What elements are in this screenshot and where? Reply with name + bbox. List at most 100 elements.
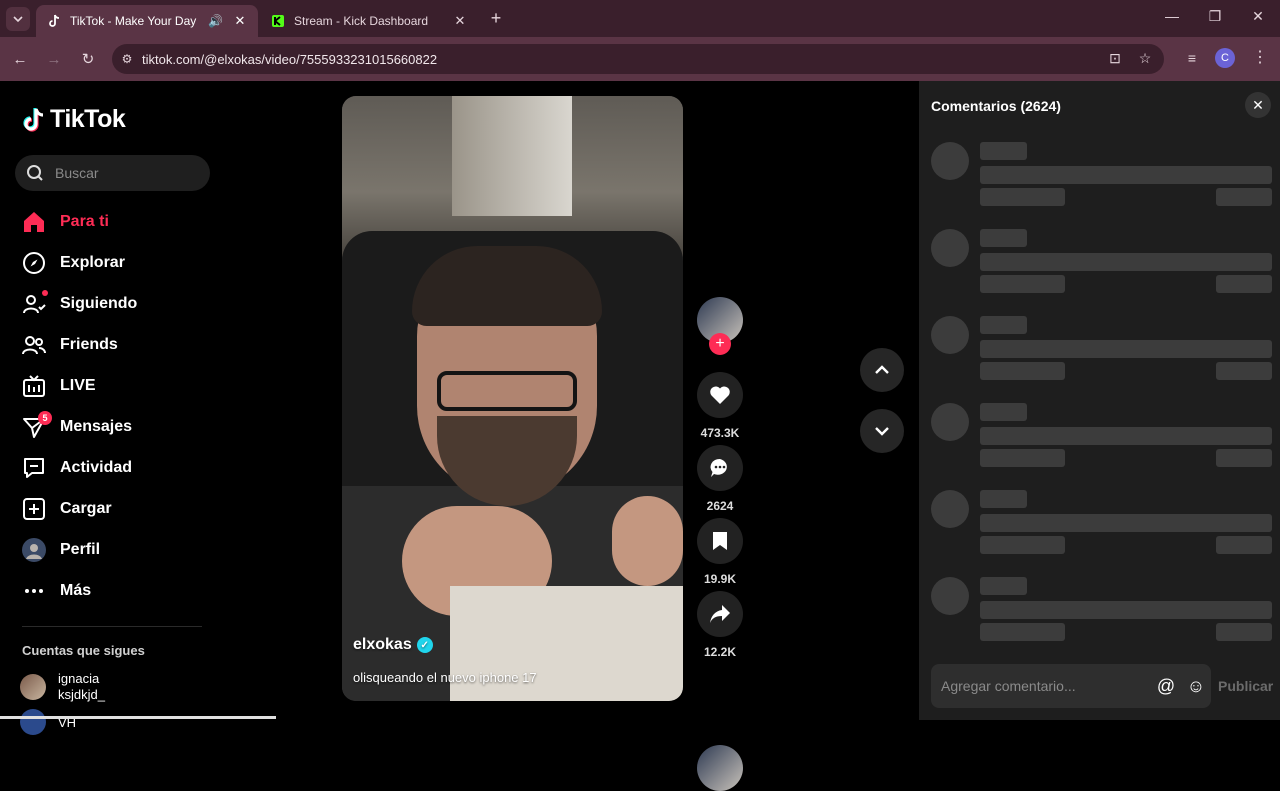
profile-avatar-button[interactable]: C — [1215, 48, 1235, 68]
media-controls-icon[interactable]: ≡ — [1180, 46, 1204, 70]
bookmark-icon — [713, 532, 727, 550]
search-box[interactable] — [15, 155, 210, 191]
more-menu-icon[interactable]: ⋮ — [1252, 47, 1268, 67]
new-tab-button[interactable]: + — [486, 9, 506, 29]
previous-video-button[interactable] — [860, 348, 904, 392]
comment-icon — [710, 458, 727, 477]
reload-button[interactable]: ↻ — [77, 48, 99, 70]
sidebar-item-label: Explorar — [60, 253, 125, 271]
sidebar-item-label: LIVE — [60, 376, 96, 394]
notification-dot — [42, 289, 48, 296]
like-button[interactable] — [697, 372, 743, 418]
heart-icon — [710, 386, 730, 404]
avatar — [20, 709, 46, 735]
messages-icon: 5 — [22, 410, 52, 439]
following-section-title: Cuentas que sigues — [22, 643, 145, 658]
close-window-button[interactable]: ✕ — [1246, 8, 1270, 28]
sidebar-item-cargar[interactable]: Cargar — [22, 488, 212, 529]
sidebar-item-siguiendo[interactable]: Siguiendo — [22, 283, 212, 324]
comment-input[interactable] — [931, 678, 1151, 694]
comments-panel: Comentarios (2624) ✕ @ ☺ Publicar — [919, 81, 1280, 720]
tab-tiktok[interactable]: TikTok - Make Your Day 🔊 ✕ — [36, 5, 258, 37]
maximize-button[interactable]: ❐ — [1203, 8, 1227, 28]
like-action: 473.3K — [697, 372, 743, 440]
video-player[interactable]: elxokas ✓ olisqueando el nuevo iphone 17 — [342, 96, 683, 701]
sidebar-item-live[interactable]: LIVE — [22, 365, 212, 406]
activity-icon — [22, 456, 46, 480]
comment-button[interactable] — [697, 445, 743, 491]
back-button[interactable]: ← — [9, 48, 31, 70]
following-account[interactable]: VH — [20, 709, 76, 735]
publish-button[interactable]: Publicar — [1218, 678, 1273, 694]
sidebar-item-mensajes[interactable]: 5 Mensajes — [22, 406, 212, 447]
sidebar-item-label: Friends — [60, 335, 118, 353]
mention-icon[interactable]: @ — [1151, 676, 1181, 697]
close-comments-button[interactable]: ✕ — [1245, 92, 1271, 118]
sidebar-item-explorar[interactable]: Explorar — [22, 242, 212, 283]
bookmark-star-icon[interactable]: ☆ — [1133, 46, 1157, 70]
tab-title: TikTok - Make Your Day — [70, 14, 197, 28]
comment-input-box: @ ☺ — [931, 664, 1211, 708]
tiktok-icon — [23, 107, 44, 132]
comment-skeleton — [931, 229, 1272, 299]
sidebar-item-mas[interactable]: Más — [22, 570, 212, 611]
live-icon — [22, 374, 46, 398]
horizontal-scrollbar[interactable] — [0, 716, 276, 719]
sidebar-item-actividad[interactable]: Actividad — [22, 447, 212, 488]
tab-title: Stream - Kick Dashboard — [294, 14, 429, 28]
search-input[interactable] — [55, 165, 205, 181]
home-icon — [22, 210, 46, 234]
profile-avatar — [22, 537, 46, 562]
video-caption: olisqueando el nuevo iphone 17 — [353, 670, 537, 685]
sidebar-item-label: Mensajes — [60, 417, 133, 435]
video-creator[interactable]: elxokas ✓ — [353, 636, 433, 654]
save-count: 19.9K — [703, 572, 737, 586]
address-bar[interactable]: ⚙ tiktok.com/@elxokas/video/755593323101… — [112, 44, 1164, 74]
compass-icon — [22, 251, 46, 275]
sidebar-item-para-ti[interactable]: Para ti — [22, 201, 212, 242]
account-name: ignacia — [58, 671, 100, 686]
kick-icon — [270, 13, 286, 29]
comment-skeleton — [931, 577, 1272, 647]
comment-action: 2624 — [697, 445, 743, 513]
tab-search-button[interactable] — [6, 7, 30, 31]
comment-count: 2624 — [706, 499, 734, 513]
sidebar-item-friends[interactable]: Friends — [22, 324, 212, 365]
close-tab-icon[interactable]: ✕ — [230, 11, 250, 31]
search-icon — [15, 164, 55, 182]
speaker-icon[interactable]: 🔊 — [208, 14, 224, 28]
follow-button[interactable]: + — [709, 333, 731, 355]
following-account[interactable]: ignacia ksjdkjd_ — [20, 671, 105, 703]
install-app-icon[interactable]: ⊡ — [1103, 46, 1127, 70]
comment-skeleton — [931, 490, 1272, 560]
sidebar-item-label: Siguiendo — [60, 294, 138, 312]
close-tab-icon[interactable]: ✕ — [450, 11, 470, 31]
comment-skeleton — [931, 316, 1272, 386]
sidebar-item-label: Para ti — [60, 212, 109, 230]
save-button[interactable] — [697, 518, 743, 564]
sidebar-nav: Para ti Explorar Siguiendo Friends LIVE … — [22, 201, 212, 611]
site-info-icon[interactable]: ⚙ — [112, 52, 142, 66]
browser-toolbar: ← → ↻ ⚙ tiktok.com/@elxokas/video/755593… — [0, 37, 1280, 81]
emoji-icon[interactable]: ☺ — [1181, 676, 1211, 697]
creator-name: elxokas — [353, 636, 412, 653]
next-creator-avatar[interactable] — [697, 745, 743, 791]
friends-icon — [22, 333, 46, 357]
tiktok-logo[interactable]: TikTok — [22, 105, 126, 134]
sidebar-item-label: Actividad — [60, 458, 133, 476]
share-count: 12.2K — [703, 645, 737, 659]
more-icon — [22, 579, 46, 603]
share-button[interactable] — [697, 591, 743, 637]
avatar — [20, 674, 46, 700]
share-icon — [710, 605, 730, 623]
tab-kick[interactable]: Stream - Kick Dashboard ✕ — [260, 5, 478, 37]
verified-icon: ✓ — [416, 637, 433, 653]
sidebar-item-perfil[interactable]: Perfil — [22, 529, 212, 570]
video-glasses — [437, 371, 577, 411]
minimize-button[interactable]: — — [1160, 8, 1184, 28]
logo-text: TikTok — [50, 105, 126, 133]
next-video-button[interactable] — [860, 409, 904, 453]
forward-button[interactable]: → — [43, 48, 65, 70]
chevron-down-icon — [13, 16, 23, 23]
comment-skeleton — [931, 403, 1272, 473]
